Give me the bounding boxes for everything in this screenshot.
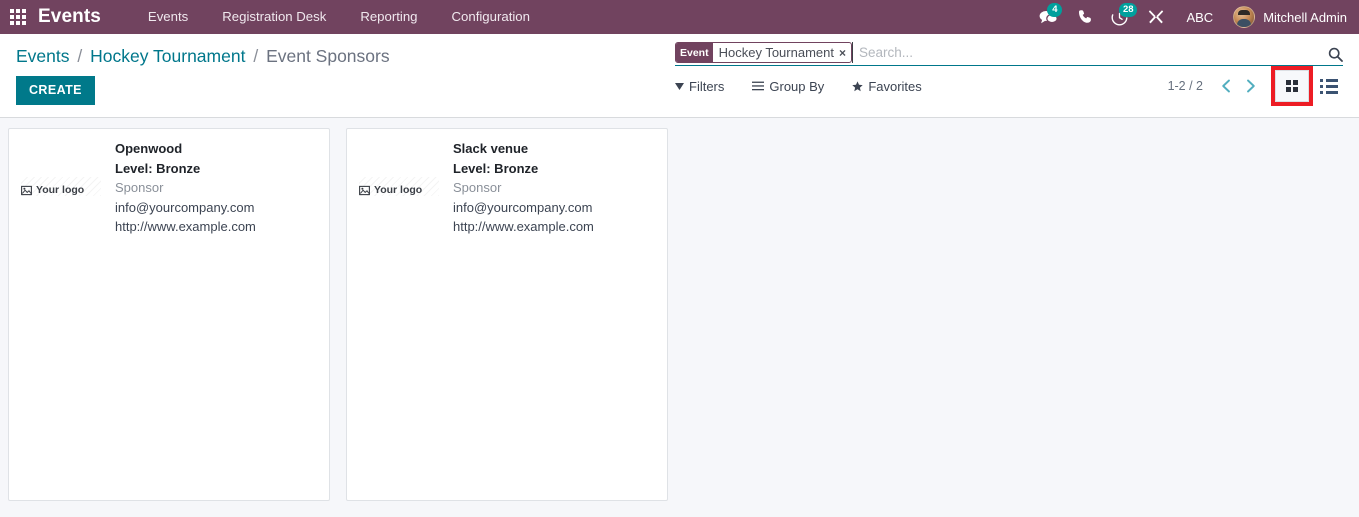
wrench-icon: [1149, 10, 1164, 24]
systray: 4 28 ABC Mitchell Admin: [1029, 0, 1351, 34]
user-menu[interactable]: Mitchell Admin: [1225, 6, 1351, 28]
sponsor-logo-label: Your logo: [36, 184, 85, 196]
phone-icon: [1079, 10, 1092, 23]
view-switcher: [1271, 66, 1343, 106]
search-facet-event[interactable]: Event Hockey Tournament ×: [675, 42, 852, 63]
favorites-dropdown[interactable]: Favorites: [852, 79, 937, 94]
sponsor-logo-placeholder: Your logo: [359, 139, 443, 196]
breadcrumb-separator-2: /: [253, 46, 259, 66]
sponsor-level: Level: Bronze: [453, 160, 539, 176]
list-icon: [1320, 78, 1338, 94]
control-panel: Events / Hockey Tournament / Event Spons…: [0, 34, 1359, 118]
menu-item-registration-desk[interactable]: Registration Desk: [205, 0, 343, 34]
pager-next-button[interactable]: [1239, 73, 1261, 99]
sponsor-role: Sponsor: [453, 180, 502, 195]
search-facet-label: Event: [676, 43, 713, 62]
filters-label: Filters: [689, 78, 725, 94]
menu-item-reporting[interactable]: Reporting: [343, 0, 434, 34]
kanban-card-body: Slack venue Level: Bronze Sponsor info@y…: [443, 139, 594, 237]
search-facet-value: Hockey Tournament: [718, 45, 834, 60]
view-switcher-kanban-button[interactable]: [1271, 66, 1313, 106]
breadcrumb-item-events[interactable]: Events: [16, 46, 70, 66]
apps-menu-toggle[interactable]: [0, 0, 36, 34]
activities-count-badge: 28: [1119, 3, 1138, 17]
favorites-label: Favorites: [868, 78, 922, 94]
breadcrumb-separator-1: /: [77, 46, 83, 66]
pager-previous-button[interactable]: [1215, 73, 1237, 99]
chevron-left-icon: [1221, 79, 1230, 93]
bars-icon: [752, 81, 765, 91]
kanban-icon: [1286, 80, 1298, 92]
search-facet-remove-icon[interactable]: ×: [839, 43, 851, 62]
developer-tools-menu[interactable]: [1138, 0, 1174, 34]
broken-image-icon: [359, 185, 370, 195]
filter-caret-icon: [675, 82, 684, 90]
messages-count-badge: 4: [1047, 3, 1063, 17]
sponsor-name: Openwood: [115, 141, 183, 156]
menu-item-configuration[interactable]: Configuration: [435, 0, 547, 34]
kanban-card-body: Openwood Level: Bronze Sponsor info@your…: [105, 139, 256, 237]
activities-menu[interactable]: 28: [1101, 0, 1138, 34]
view-switcher-list-button[interactable]: [1315, 73, 1343, 99]
search-bar[interactable]: Event Hockey Tournament ×: [675, 34, 1343, 66]
breadcrumb-item-event-sponsors: Event Sponsors: [266, 46, 390, 66]
breadcrumb-item-hockey-tournament[interactable]: Hockey Tournament: [90, 46, 245, 66]
app-brand-events[interactable]: Events: [36, 6, 107, 28]
user-name: Mitchell Admin: [1263, 9, 1347, 25]
avatar: [1233, 6, 1256, 28]
search-input[interactable]: [851, 42, 1322, 63]
sponsor-website[interactable]: http://www.example.com: [453, 217, 594, 237]
filters-dropdown[interactable]: Filters: [675, 79, 740, 94]
search-area: Event Hockey Tournament × Filters: [675, 34, 1343, 106]
pager-and-views: 1-2 / 2: [1168, 66, 1343, 106]
sponsor-website[interactable]: http://www.example.com: [115, 217, 256, 237]
apps-grid-icon: [10, 9, 26, 25]
top-navbar: Events Events Registration Desk Reportin…: [0, 0, 1359, 34]
phone-menu[interactable]: [1068, 0, 1101, 34]
broken-image-icon: [21, 185, 32, 195]
main-menu: Events Registration Desk Reporting Confi…: [131, 0, 547, 34]
chevron-right-icon: [1246, 79, 1255, 93]
pager-range: 1-2 / 2: [1167, 79, 1203, 93]
star-icon: [852, 80, 864, 91]
sponsor-email[interactable]: info@yourcompany.com: [115, 198, 256, 218]
menu-item-events[interactable]: Events: [131, 0, 205, 34]
group-by-label: Group By: [769, 78, 825, 94]
sponsor-name: Slack venue: [453, 141, 529, 156]
filter-bar: Filters Group By Favorites 1-2 / 2: [675, 66, 1343, 106]
kanban-card[interactable]: Your logo Slack venue Level: Bronze Spon…: [346, 128, 668, 501]
sponsor-email[interactable]: info@yourcompany.com: [453, 198, 594, 218]
search-icon[interactable]: [1322, 47, 1343, 62]
sponsor-logo-label: Your logo: [374, 184, 423, 196]
sponsor-level: Level: Bronze: [115, 160, 201, 176]
kanban-board: Your logo Openwood Level: Bronze Sponsor…: [0, 118, 1359, 517]
group-by-dropdown[interactable]: Group By: [752, 79, 840, 94]
debug-abc-label[interactable]: ABC: [1174, 10, 1225, 25]
kanban-card[interactable]: Your logo Openwood Level: Bronze Sponsor…: [8, 128, 330, 501]
sponsor-role: Sponsor: [115, 180, 164, 195]
create-button[interactable]: CREATE: [16, 76, 95, 105]
messages-menu[interactable]: 4: [1029, 0, 1068, 34]
sponsor-logo-placeholder: Your logo: [21, 139, 105, 196]
